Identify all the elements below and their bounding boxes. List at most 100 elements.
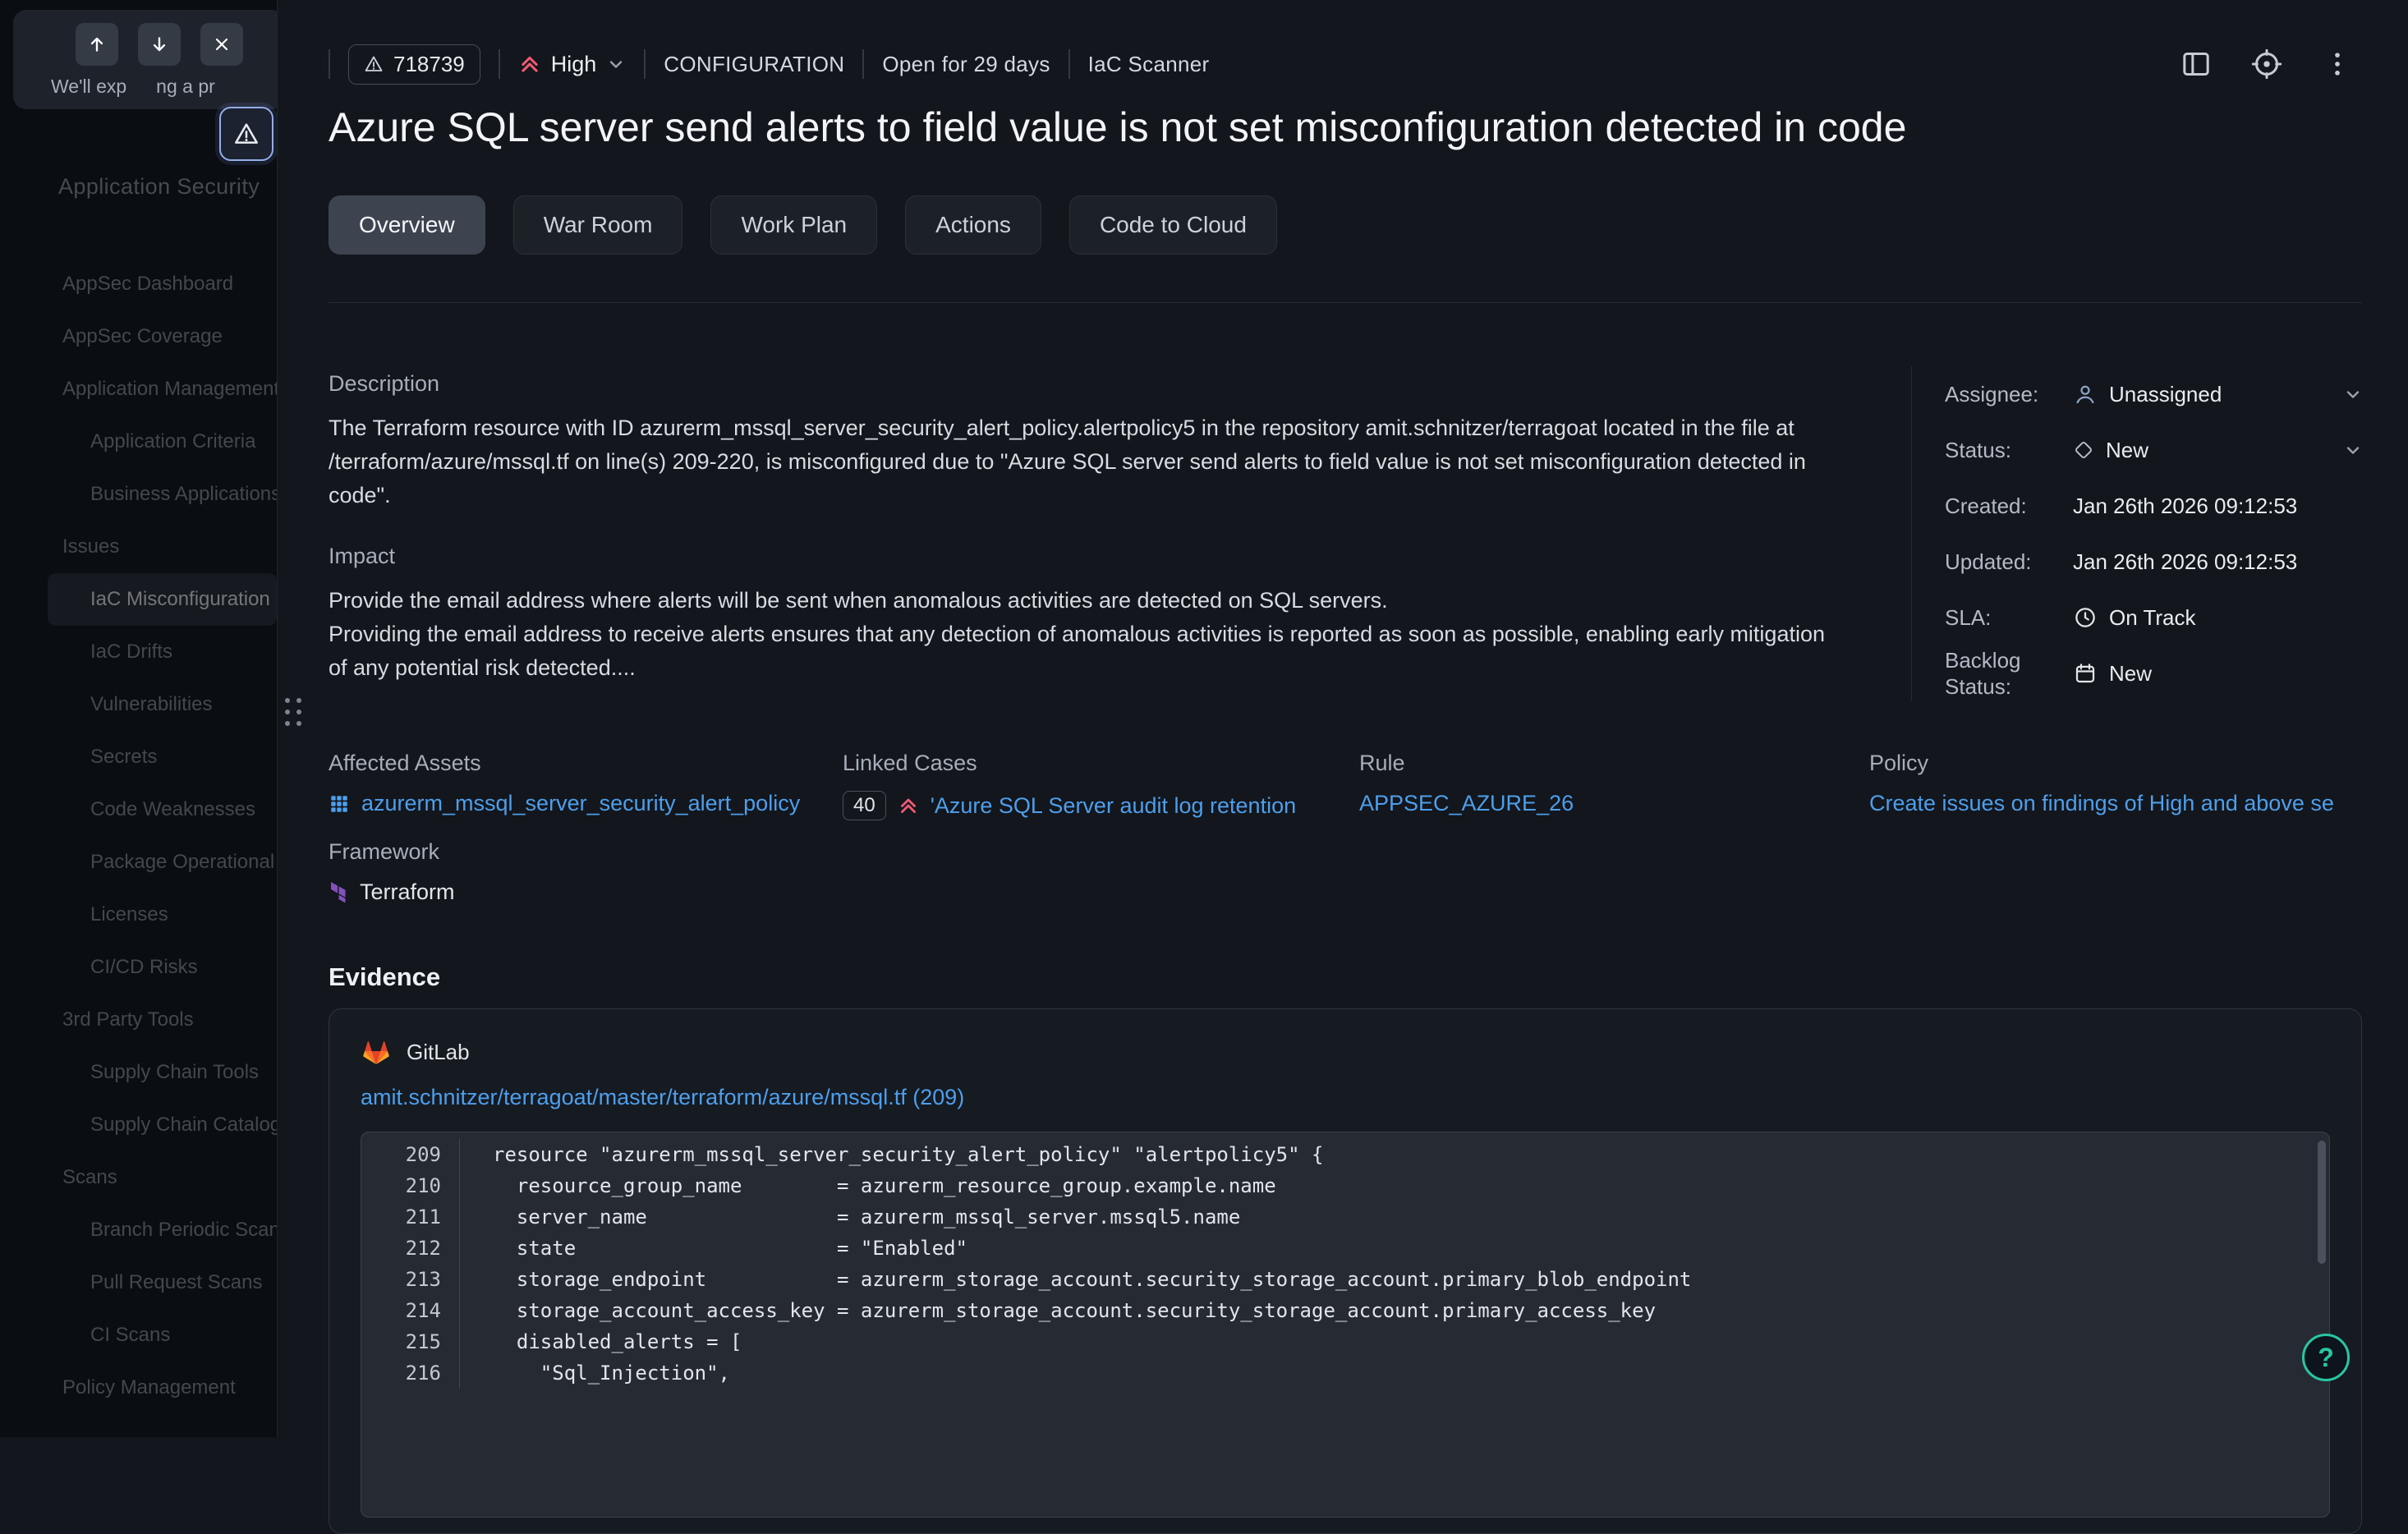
tab-bar: Overview War Room Work Plan Actions Code to …: [329, 195, 1277, 255]
tab-label: War Room: [544, 212, 653, 238]
close-icon: [212, 34, 232, 54]
assignee-dropdown[interactable]: [2343, 384, 2363, 404]
code-line-number: 214: [361, 1295, 460, 1326]
affected-asset-link[interactable]: azurerm_mssql_server_security_alert_poli…: [361, 791, 800, 816]
code-line-text: disabled_alerts = [: [460, 1330, 742, 1353]
tab-label: Work Plan: [741, 212, 847, 238]
tour-next-button[interactable]: [138, 23, 181, 66]
tab[interactable]: Overview: [329, 195, 485, 255]
status-diamond-icon: [2073, 439, 2094, 461]
assignee-label: Assignee:: [1945, 381, 2073, 407]
sla-row: SLA: On Track: [1945, 590, 2363, 645]
severity-high-icon: [518, 53, 541, 76]
evidence-file-link[interactable]: amit.schnitzer/terragoat/master/terrafor…: [361, 1085, 2330, 1110]
code-line-text: server_name = azurerm_mssql_server.mssql…: [460, 1206, 1240, 1229]
code-line-text: storage_account_access_key = azurerm_sto…: [460, 1299, 1656, 1322]
arrow-up-icon: [86, 34, 108, 55]
category-label: CONFIGURATION: [664, 52, 844, 77]
framework-heading: Framework: [329, 839, 455, 865]
main-content: 718739 High CONFIGURATION Open for 29 da…: [278, 0, 2408, 1437]
affected-assets-heading: Affected Assets: [329, 751, 843, 776]
policy-heading: Policy: [1869, 751, 2362, 776]
issue-id: 718739: [393, 52, 465, 77]
code-line: 214 storage_account_access_key = azurerm…: [361, 1295, 2329, 1326]
tab-label: Code to Cloud: [1100, 212, 1247, 238]
code-line: 209 resource "azurerm_mssql_server_secur…: [361, 1139, 2329, 1170]
source-label: IaC Scanner: [1088, 52, 1210, 77]
linked-cases-heading: Linked Cases: [843, 751, 1359, 776]
related-entities-row: Affected Assets azurerm_mssql_server_sec…: [329, 751, 2362, 820]
impact-line: Provide the email address where alerts w…: [329, 584, 1840, 618]
tour-prev-button[interactable]: [76, 23, 118, 66]
status-row: Status: New: [1945, 422, 2363, 478]
description-text: The Terraform resource with ID azurerm_m…: [329, 411, 1840, 512]
gitlab-icon: [361, 1037, 392, 1067]
framework-value: Terraform: [360, 880, 455, 905]
updated-value: Jan 26th 2026 09:12:53: [2073, 549, 2297, 575]
tab[interactable]: Actions: [905, 195, 1041, 255]
code-line-number: 211: [361, 1201, 460, 1233]
divider: [499, 49, 500, 79]
code-line: 216 "Sql_Injection",: [361, 1357, 2329, 1389]
code-line-number: 216: [361, 1357, 460, 1389]
sidebar-dim-overlay: [0, 0, 277, 1437]
impact-section: Impact Provide the email address where a…: [329, 544, 1840, 685]
tour-close-button[interactable]: [200, 23, 243, 66]
impact-text: Provide the email address where alerts w…: [329, 584, 1840, 685]
rule-link[interactable]: APPSEC_AZURE_26: [1359, 791, 1574, 816]
status-dropdown[interactable]: [2343, 440, 2363, 460]
kebab-menu-icon: [2321, 48, 2354, 80]
updated-row: Updated: Jan 26th 2026 09:12:53: [1945, 534, 2363, 590]
tab[interactable]: War Room: [513, 195, 683, 255]
arrow-down-icon: [149, 34, 170, 55]
assignee-value-group[interactable]: Unassigned: [2073, 382, 2363, 407]
code-line-text: resource_group_name = azurerm_resource_g…: [460, 1174, 1276, 1197]
backlog-status-value: New: [2109, 661, 2152, 687]
help-button[interactable]: ?: [2302, 1334, 2350, 1381]
severity-high-icon: [898, 795, 919, 816]
page-title: Azure SQL server send alerts to field va…: [329, 103, 1906, 151]
policy-link[interactable]: Create issues on findings of High and ab…: [1869, 791, 2334, 816]
tour-controls: [76, 23, 273, 66]
scan-target-icon: [2250, 48, 2283, 80]
tab[interactable]: Code to Cloud: [1069, 195, 1277, 255]
code-scrollbar[interactable]: [2318, 1141, 2326, 1264]
code-lines: 209 resource "azurerm_mssql_server_secur…: [361, 1139, 2329, 1389]
tab[interactable]: Work Plan: [710, 195, 877, 255]
status-value: New: [2106, 438, 2148, 463]
linked-cases-section: Linked Cases 40 'Azure SQL Server audit …: [843, 751, 1359, 820]
panel-toggle-button[interactable]: [2180, 48, 2213, 80]
topbar-actions: [2180, 34, 2354, 94]
code-line-number: 209: [361, 1139, 460, 1170]
impact-line: Providing the email address to receive a…: [329, 618, 1840, 685]
code-line-text: state = "Enabled": [460, 1237, 967, 1260]
status-value-group[interactable]: New: [2073, 438, 2363, 463]
linked-case-link[interactable]: 'Azure SQL Server audit log retention: [931, 793, 1296, 819]
code-line-text: storage_endpoint = azurerm_storage_accou…: [460, 1268, 1691, 1291]
user-icon: [2073, 382, 2098, 406]
scan-button[interactable]: [2250, 48, 2283, 80]
chevron-down-icon: [2343, 440, 2363, 460]
code-line-number: 212: [361, 1233, 460, 1264]
assignee-value: Unassigned: [2109, 382, 2222, 407]
tour-text-fragment: ng a pr: [156, 76, 215, 98]
code-line-number: 215: [361, 1326, 460, 1357]
tour-text-fragment: We'll exp: [51, 76, 126, 98]
alert-fab-button[interactable]: [219, 107, 273, 161]
code-line: 210 resource_group_name = azurerm_resour…: [361, 1170, 2329, 1201]
issue-id-badge[interactable]: 718739: [348, 44, 480, 85]
more-menu-button[interactable]: [2321, 48, 2354, 80]
assignee-row: Assignee: Unassigned: [1945, 366, 2363, 422]
sla-label: SLA:: [1945, 604, 2073, 631]
divider: [1068, 49, 1070, 79]
created-label: Created:: [1945, 493, 2073, 519]
policy-section: Policy Create issues on findings of High…: [1869, 751, 2362, 820]
created-row: Created: Jan 26th 2026 09:12:53: [1945, 478, 2363, 534]
backlog-status-label: Backlog Status:: [1945, 647, 2073, 700]
code-line-text: resource "azurerm_mssql_server_security_…: [460, 1143, 1323, 1166]
backlog-status-row: Backlog Status: New: [1945, 645, 2363, 701]
code-line: 211 server_name = azurerm_mssql_server.m…: [361, 1201, 2329, 1233]
tour-popup: We'll exp ng a pr: [13, 10, 278, 109]
severity-selector[interactable]: High: [518, 52, 627, 77]
panel-resize-handle[interactable]: [285, 698, 301, 726]
